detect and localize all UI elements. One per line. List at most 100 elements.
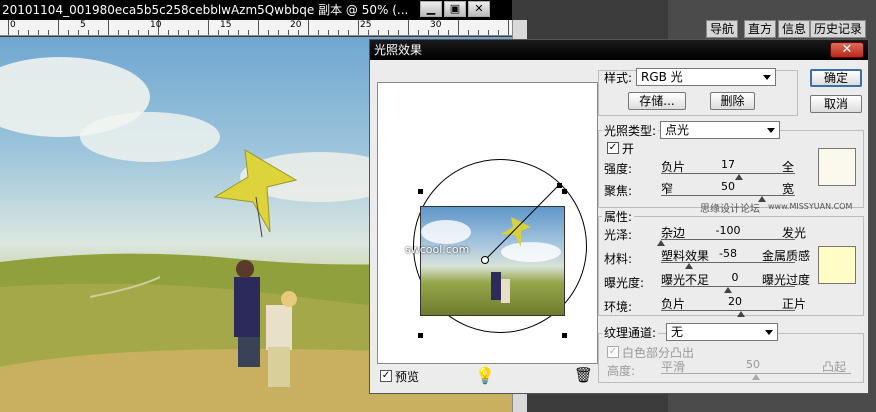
ruler-tick — [428, 30, 429, 35]
horizontal-ruler: 0 5 10 15 20 25 30 — [0, 20, 512, 36]
ok-button[interactable]: 确定 — [810, 69, 862, 87]
dialog-title: 光照效果 — [374, 43, 423, 57]
light-bulb-icon[interactable]: 💡 — [475, 366, 495, 385]
ruler-tick — [8, 20, 9, 35]
ruler-tick — [188, 30, 189, 35]
watermark-url: www.MISSYUAN.COM — [768, 202, 853, 211]
ruler-tick — [388, 30, 389, 35]
style-select-value: RGB 光 — [641, 70, 683, 84]
ruler-tick — [348, 30, 349, 35]
ruler-tick — [208, 20, 209, 35]
ruler-tick — [328, 30, 329, 35]
focus-label: 聚焦: — [604, 184, 633, 198]
ruler-label: 30 — [430, 20, 442, 30]
gloss-label: 光泽: — [604, 228, 633, 242]
ruler-tick — [68, 30, 69, 35]
ruler-tick — [378, 30, 379, 35]
ruler-tick — [138, 30, 139, 35]
preview-area[interactable]: swcool.com — [377, 82, 598, 364]
focus-value: 50 — [721, 180, 735, 193]
material-slider-thumb[interactable] — [685, 263, 694, 269]
light-on-label: 开 — [622, 142, 635, 156]
texture-channel-select[interactable]: 无 — [666, 323, 778, 341]
light-type-value: 点光 — [665, 123, 690, 137]
ruler-tick — [288, 30, 289, 35]
delete-style-button[interactable]: 删除 — [710, 92, 755, 110]
material-slider-track[interactable] — [661, 262, 795, 263]
ruler-tick — [498, 30, 499, 35]
ruler-tick — [298, 30, 299, 35]
watermark-text: swcool.com — [405, 243, 470, 256]
intensity-slider-track[interactable] — [661, 173, 795, 174]
light-color-swatch[interactable] — [818, 148, 856, 186]
ruler-tick — [368, 30, 369, 35]
light-direction-line — [481, 183, 562, 264]
height-slider-thumb[interactable] — [752, 374, 760, 380]
style-select[interactable]: RGB 光 — [636, 68, 776, 86]
height-value: 50 — [746, 358, 760, 371]
ruler-tick — [448, 30, 449, 35]
gloss-slider-track[interactable] — [661, 239, 795, 240]
exposure-value: 0 — [731, 271, 739, 284]
tab-info[interactable]: 信息 — [778, 20, 811, 38]
ruler-tick — [28, 30, 29, 35]
intensity-label: 强度: — [604, 162, 633, 176]
ruler-tick — [38, 30, 39, 35]
light-type-select[interactable]: 点光 — [660, 121, 780, 139]
light-type-label: 光照类型: — [602, 122, 659, 139]
chevron-down-icon — [763, 75, 771, 80]
close-document-button[interactable]: ✕ — [468, 1, 490, 17]
ruler-tick — [148, 30, 149, 35]
tab-navigator[interactable]: 导航 — [706, 20, 739, 38]
trash-icon[interactable]: 🗑 — [574, 366, 593, 384]
ruler-tick — [508, 20, 509, 35]
ruler-tick — [408, 20, 409, 35]
document-title: 20101104_001980eca5b5c258cebblwAzm5Qwbbq… — [2, 3, 409, 17]
ruler-tick — [168, 30, 169, 35]
ruler-tick — [98, 30, 99, 35]
ruler-tick — [308, 20, 309, 35]
light-on-checkbox[interactable]: ✓ — [607, 142, 619, 154]
maximize-button[interactable]: ▣ — [444, 1, 466, 17]
chevron-down-icon — [765, 330, 773, 335]
preview-checkbox[interactable]: ✓ — [380, 370, 392, 382]
ruler-tick — [128, 30, 129, 35]
gloss-value: -100 — [715, 224, 741, 237]
ruler-tick — [468, 30, 469, 35]
lighting-effects-dialog: 光照效果 ✕ swcool.com ✓ 预览 💡 🗑 样式: RGB 光 存储.… — [369, 39, 869, 394]
ruler-tick — [278, 30, 279, 35]
ambience-label: 环境: — [604, 300, 633, 314]
save-style-button[interactable]: 存储... — [628, 92, 686, 110]
ruler-tick — [238, 30, 239, 35]
exposure-label: 曝光度: — [604, 276, 645, 290]
ruler-label: 20 — [290, 20, 302, 30]
ruler-tick — [398, 30, 399, 35]
gloss-slider-thumb[interactable] — [657, 240, 665, 246]
material-label: 材料: — [604, 252, 633, 266]
document-title-bar: 20101104_001980eca5b5c258cebblwAzm5Qwbbq… — [0, 0, 512, 20]
focus-slider-track[interactable] — [661, 195, 795, 196]
watermark-text: 思缘设计论坛 — [700, 204, 760, 215]
exposure-slider-thumb[interactable] — [724, 287, 732, 293]
ruler-tick — [218, 30, 219, 35]
minimize-button[interactable]: ▁ — [420, 1, 442, 17]
ruler-label: 5 — [80, 20, 86, 30]
ambient-color-swatch[interactable] — [818, 246, 856, 284]
ambience-slider-thumb[interactable] — [737, 311, 746, 317]
ruler-tick — [248, 30, 249, 35]
white-high-checkbox[interactable]: ✓ — [607, 346, 619, 358]
ruler-label: 25 — [360, 20, 372, 30]
height-label: 高度: — [607, 364, 636, 378]
ruler-tick — [178, 30, 179, 35]
close-dialog-button[interactable]: ✕ — [830, 42, 864, 58]
material-value: -58 — [719, 247, 737, 260]
tab-history[interactable]: 历史记录 — [810, 20, 867, 38]
tab-histogram[interactable]: 直方 — [744, 20, 777, 38]
ruler-label: 15 — [220, 20, 232, 30]
ruler-tick — [418, 30, 419, 35]
ruler-tick — [228, 30, 229, 35]
cancel-button[interactable]: 取消 — [810, 95, 862, 113]
ambience-slider-track[interactable] — [661, 310, 795, 311]
ruler-tick — [58, 20, 59, 35]
ruler-tick — [118, 30, 119, 35]
